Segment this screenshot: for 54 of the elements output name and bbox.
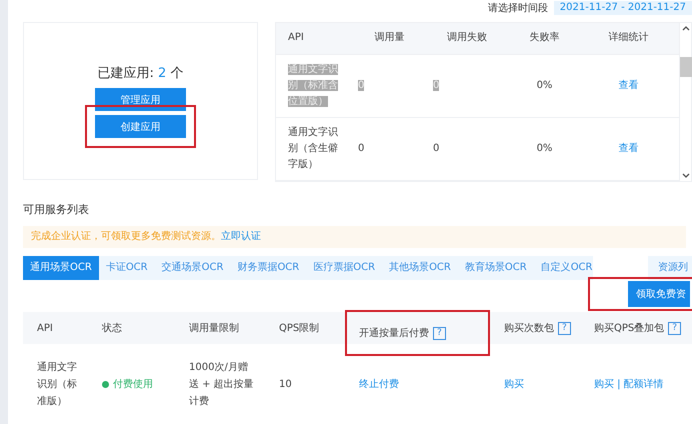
column-header: 失败率 — [528, 30, 560, 46]
notice-text: 完成企业认证，可领取更多免费测试资源。 — [31, 231, 221, 242]
column-header: API — [287, 31, 305, 46]
category-tab[interactable]: 交通场景OCR — [154, 256, 230, 280]
table-cell-text: 通用文字识别（标准含位置版） — [287, 62, 339, 109]
scrollbar-thumb[interactable] — [680, 57, 692, 77]
column-header: 调用失败 — [446, 30, 488, 46]
table-cell-text: 0 — [432, 142, 440, 156]
table-cell-text: 通用文字识别（含生僻字版） — [287, 126, 339, 172]
category-tab[interactable]: 其他场景OCR — [382, 256, 458, 280]
category-tab[interactable]: 医疗票据OCR — [306, 256, 382, 280]
app-button[interactable]: 管理应用 — [95, 88, 186, 111]
column-header: 调用量 — [374, 31, 406, 46]
help-icon[interactable]: ? — [558, 322, 571, 334]
view-link[interactable]: 查看 — [576, 78, 669, 94]
table-cell-text: 0 — [432, 78, 440, 93]
view-link[interactable]: 查看 — [576, 140, 669, 157]
column-header: 调用量限制 — [188, 322, 240, 336]
column-header: 详细统计 — [608, 30, 650, 46]
app-button[interactable]: 创建应用 — [95, 115, 186, 138]
category-tab[interactable]: 自定义OCR — [534, 256, 600, 280]
status-label: 付费使用 — [113, 378, 153, 392]
table-cell-text: 0% — [536, 142, 554, 156]
table-cell-text: 0 — [357, 78, 366, 93]
verify-link[interactable]: 立即认证 — [221, 231, 261, 242]
date-label: 请选择时间段 — [488, 2, 548, 15]
buy-quota-link[interactable]: 购买 | 配额详情 — [580, 376, 690, 392]
category-tab[interactable]: 通用场景OCR — [23, 256, 99, 280]
resource-link[interactable]: 资源列 — [648, 256, 692, 280]
category-tab[interactable]: 教育场景OCR — [458, 256, 534, 280]
table-cell-text: 1000次/月赠送 + 超出按量计费 — [188, 360, 255, 408]
category-tab[interactable]: 卡证OCR — [98, 256, 155, 280]
section-title: 可用服务列表 — [23, 202, 90, 218]
chevron-down-icon — [682, 173, 690, 179]
column-header: 开通按量后付费 ? — [345, 310, 490, 356]
table-cell-text: 0% — [536, 78, 554, 93]
buy-link[interactable]: 购买 — [490, 376, 580, 392]
scrollbar[interactable] — [679, 23, 691, 181]
help-icon[interactable]: ? — [668, 322, 682, 334]
column-header: 购买次数包 ? — [490, 320, 580, 336]
date-range-field[interactable]: 2021-11-27 - 2021-11-27 — [554, 1, 692, 15]
table-cell-text: 通用文字识别（标准版） — [36, 360, 78, 408]
column-header: API — [36, 322, 54, 336]
column-header: QPS限制 — [278, 322, 320, 336]
stop-payment-link[interactable]: 终止付费 — [345, 376, 490, 392]
chevron-up-icon — [682, 25, 690, 31]
apps-summary: 已建应用: 2 个 — [98, 65, 184, 82]
table-cell-text: 10 — [278, 378, 293, 392]
help-icon[interactable]: ? — [433, 326, 446, 340]
category-tab[interactable]: 财务票据OCR — [230, 256, 306, 280]
free-resource-button[interactable]: 领取免费资 — [628, 281, 690, 307]
column-header: 状态 — [101, 322, 123, 336]
column-header: 购买QPS叠加包 ? — [580, 320, 690, 336]
table-cell-text: 0 — [357, 142, 366, 156]
